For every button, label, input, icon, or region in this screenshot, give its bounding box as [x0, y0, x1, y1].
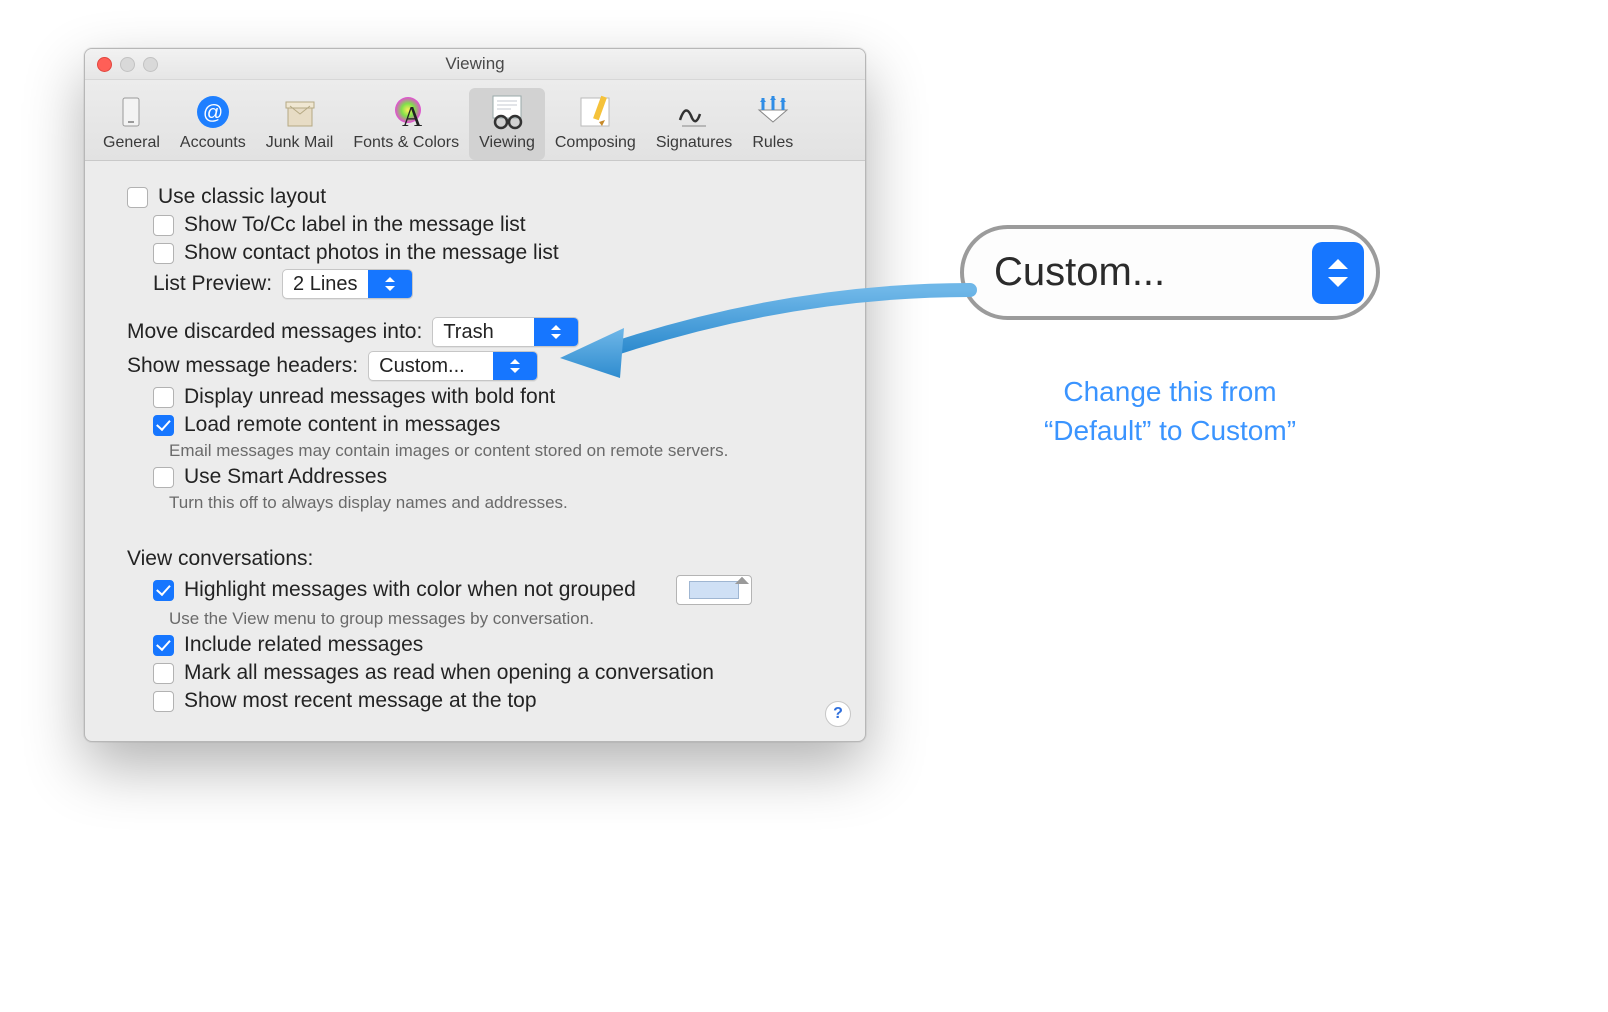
callout-line2: “Default” to Custom”: [1044, 415, 1296, 446]
chevron-updown-icon: [368, 270, 412, 298]
junk-mail-icon: [280, 92, 320, 132]
preferences-body: Use classic layout Show To/Cc label in t…: [85, 161, 865, 741]
viewing-icon: [487, 92, 527, 132]
tab-accounts[interactable]: @ Accounts: [170, 88, 256, 160]
checkbox-smart-addresses[interactable]: [153, 467, 174, 488]
callout-magnifier: Custom...: [960, 225, 1380, 320]
label-list-preview: List Preview:: [153, 272, 272, 296]
color-swatch-button[interactable]: [676, 575, 752, 605]
hint-load-remote: Email messages may contain images or con…: [169, 441, 728, 461]
select-value: 2 Lines: [283, 273, 368, 296]
color-swatch-preview: [689, 581, 739, 599]
help-button[interactable]: ?: [825, 701, 851, 727]
label-highlight-color: Highlight messages with color when not g…: [184, 578, 636, 602]
tab-composing[interactable]: Composing: [545, 88, 646, 160]
hint-smart-addresses: Turn this off to always display names an…: [169, 493, 568, 513]
select-value: Custom...: [369, 355, 493, 378]
fonts-colors-icon: A: [386, 92, 426, 132]
checkbox-show-tocc[interactable]: [153, 215, 174, 236]
callout-value: Custom...: [994, 250, 1312, 295]
tab-junk-mail[interactable]: Junk Mail: [256, 88, 344, 160]
label-mark-all-read: Mark all messages as read when opening a…: [184, 661, 714, 685]
tab-label: Viewing: [479, 134, 535, 152]
preferences-window: Viewing General @ Accounts Junk Mail: [84, 48, 866, 742]
label-recent-top: Show most recent message at the top: [184, 689, 537, 713]
accounts-icon: @: [193, 92, 233, 132]
chevron-updown-icon: [1312, 242, 1364, 304]
composing-icon: [575, 92, 615, 132]
callout-line1: Change this from: [1063, 376, 1276, 407]
tab-rules[interactable]: Rules: [742, 88, 803, 160]
label-include-related: Include related messages: [184, 633, 423, 657]
general-icon: [111, 92, 151, 132]
label-view-conversations: View conversations:: [127, 547, 313, 571]
checkbox-highlight-color[interactable]: [153, 580, 174, 601]
select-value: Trash: [433, 321, 533, 344]
select-show-headers[interactable]: Custom...: [368, 351, 538, 381]
callout-caption: Change this from “Default” to Custom”: [980, 372, 1360, 450]
chevron-updown-icon: [493, 352, 537, 380]
label-unread-bold: Display unread messages with bold font: [184, 385, 555, 409]
rules-icon: [753, 92, 793, 132]
tab-label: Composing: [555, 134, 636, 152]
signatures-icon: [674, 92, 714, 132]
tab-fonts-colors[interactable]: A Fonts & Colors: [343, 88, 469, 160]
checkbox-unread-bold[interactable]: [153, 387, 174, 408]
select-move-discarded[interactable]: Trash: [432, 317, 578, 347]
label-smart-addresses: Use Smart Addresses: [184, 465, 387, 489]
hint-highlight-color: Use the View menu to group messages by c…: [169, 609, 594, 629]
tab-label: Rules: [752, 134, 793, 152]
tab-label: Accounts: [180, 134, 246, 152]
checkbox-include-related[interactable]: [153, 635, 174, 656]
tab-viewing[interactable]: Viewing: [469, 88, 545, 160]
tab-general[interactable]: General: [93, 88, 170, 160]
tab-label: General: [103, 134, 160, 152]
checkbox-mark-all-read[interactable]: [153, 663, 174, 684]
svg-text:@: @: [203, 102, 223, 124]
tab-label: Fonts & Colors: [353, 134, 459, 152]
select-list-preview[interactable]: 2 Lines: [282, 269, 413, 299]
toolbar: General @ Accounts Junk Mail A Fonts & C…: [85, 80, 865, 161]
label-move-discarded: Move discarded messages into:: [127, 320, 422, 344]
label-load-remote: Load remote content in messages: [184, 413, 500, 437]
label-show-headers: Show message headers:: [127, 354, 358, 378]
checkbox-show-photos[interactable]: [153, 243, 174, 264]
label-show-photos: Show contact photos in the message list: [184, 241, 559, 265]
checkbox-use-classic-layout[interactable]: [127, 187, 148, 208]
titlebar: Viewing: [85, 49, 865, 80]
tab-label: Signatures: [656, 134, 733, 152]
tab-signatures[interactable]: Signatures: [646, 88, 743, 160]
tab-label: Junk Mail: [266, 134, 334, 152]
svg-text:A: A: [402, 102, 423, 132]
window-title: Viewing: [85, 54, 865, 74]
label-show-tocc: Show To/Cc label in the message list: [184, 213, 526, 237]
chevron-updown-icon: [534, 318, 578, 346]
checkbox-load-remote[interactable]: [153, 415, 174, 436]
checkbox-recent-top[interactable]: [153, 691, 174, 712]
label-use-classic-layout: Use classic layout: [158, 185, 326, 209]
